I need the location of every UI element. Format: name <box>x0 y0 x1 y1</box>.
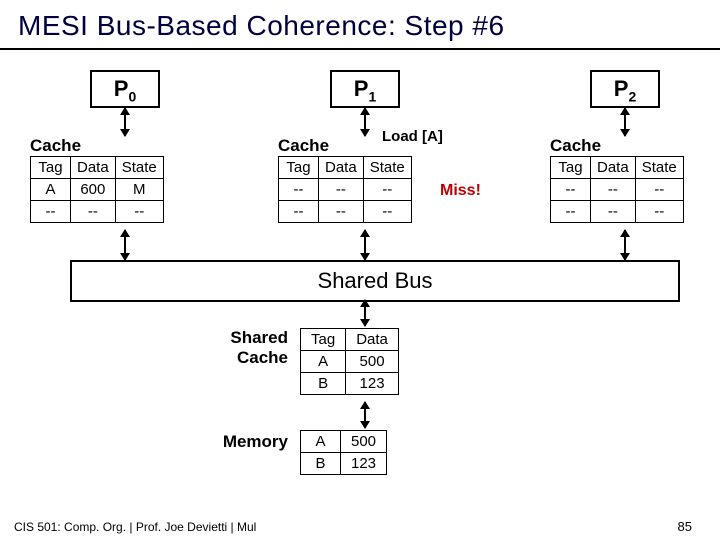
shared-cache-header-tag: Tag <box>301 329 346 351</box>
cache-header-state: State <box>115 157 163 179</box>
arrow-p1-cache <box>364 108 366 136</box>
processor-p1-label: P <box>354 76 369 101</box>
arrow-p2-cache <box>624 108 626 136</box>
arrow-p0-cache <box>124 108 126 136</box>
arrow-p1-bus <box>364 230 366 260</box>
shared-cache-label: Shared Cache <box>208 328 288 368</box>
processor-p0-box: P0 <box>90 70 160 108</box>
table-row: A 500 <box>301 351 399 373</box>
footer-text: CIS 501: Comp. Org. | Prof. Joe Devietti… <box>14 520 256 534</box>
table-row: -- -- -- <box>279 201 412 223</box>
page-number: 85 <box>678 519 692 534</box>
processor-p0-label: P <box>114 76 129 101</box>
cache-table-p0: Tag Data State A 600 M -- -- -- <box>30 156 164 223</box>
table-row: A 500 <box>301 431 387 453</box>
processor-p2-label: P <box>614 76 629 101</box>
cache-label-p2: Cache <box>550 136 601 156</box>
table-row: B 123 <box>301 373 399 395</box>
arrow-p0-bus <box>124 230 126 260</box>
arrow-sharedcache-memory <box>364 402 366 428</box>
cache-header-data: Data <box>71 157 116 179</box>
processor-p1-sub: 1 <box>368 88 376 104</box>
cache-table-p2: Tag Data State -- -- -- -- -- -- <box>550 156 684 223</box>
load-annotation: Load [A] <box>382 128 443 145</box>
processor-p0-sub: 0 <box>128 88 136 104</box>
cache-header-data: Data <box>591 157 636 179</box>
cache-label-p0: Cache <box>30 136 81 156</box>
arrow-p2-bus <box>624 230 626 260</box>
cache-header-data: Data <box>319 157 364 179</box>
shared-cache-table: Tag Data A 500 B 123 <box>300 328 399 395</box>
table-row: B 123 <box>301 453 387 475</box>
shared-bus-box: Shared Bus <box>70 260 680 302</box>
miss-annotation: Miss! <box>440 182 481 200</box>
memory-table: A 500 B 123 <box>300 430 387 475</box>
table-row: -- -- -- <box>551 179 684 201</box>
processor-p1-box: P1 <box>330 70 400 108</box>
cache-header-tag: Tag <box>551 157 591 179</box>
cache-header-tag: Tag <box>279 157 319 179</box>
shared-cache-header-data: Data <box>346 329 399 351</box>
processor-p2-box: P2 <box>590 70 660 108</box>
processor-p2-sub: 2 <box>628 88 636 104</box>
slide-title: MESI Bus-Based Coherence: Step #6 <box>0 0 720 50</box>
table-row: -- -- -- <box>31 201 164 223</box>
cache-header-tag: Tag <box>31 157 71 179</box>
cache-label-p1: Cache <box>278 136 329 156</box>
table-row: A 600 M <box>31 179 164 201</box>
memory-label: Memory <box>200 432 288 452</box>
arrow-bus-sharedcache <box>364 300 366 326</box>
table-row: -- -- -- <box>279 179 412 201</box>
cache-header-state: State <box>363 157 411 179</box>
cache-table-p1: Tag Data State -- -- -- -- -- -- <box>278 156 412 223</box>
cache-header-state: State <box>635 157 683 179</box>
table-row: -- -- -- <box>551 201 684 223</box>
diagram-stage: P0 P1 P2 Load [A] Cache Cache Cache Tag … <box>0 50 720 520</box>
